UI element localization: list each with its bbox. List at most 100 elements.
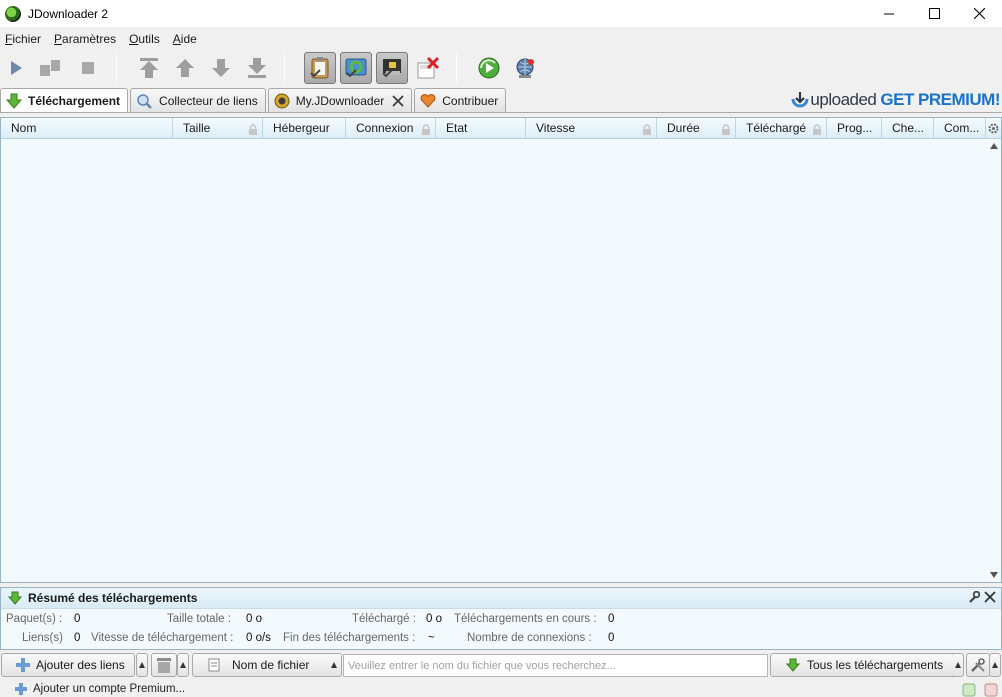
- download-arrow-icon: [6, 93, 22, 109]
- running-downloads-label: Téléchargements en cours :: [454, 613, 597, 625]
- start-downloads-button[interactable]: [0, 52, 32, 84]
- check-updates-button[interactable]: [473, 52, 505, 84]
- move-up-button[interactable]: [169, 52, 201, 84]
- search-input[interactable]: [343, 654, 768, 677]
- add-premium-label[interactable]: Ajouter un compte Premium...: [33, 683, 185, 695]
- tools-button[interactable]: [966, 653, 990, 677]
- main-tabs: Téléchargement Collecteur de liens My.JD…: [0, 88, 508, 113]
- pause-downloads-button[interactable]: [34, 52, 66, 84]
- column-nom[interactable]: Nom: [1, 118, 173, 139]
- toolbar-separator: [116, 54, 117, 82]
- tab-divider: [0, 112, 1002, 113]
- add-premium-button[interactable]: [15, 683, 27, 695]
- menu-aide-label: ide: [180, 32, 197, 46]
- jdownloader-window: JDownloader 2 Fichier Paramètres Outils …: [0, 0, 1002, 697]
- close-window-button[interactable]: [957, 0, 1002, 27]
- column-progression[interactable]: Prog...: [827, 118, 882, 139]
- tab-myjdownloader[interactable]: My.JDownloader: [267, 88, 413, 112]
- menu-fichier[interactable]: Fichier: [0, 30, 49, 48]
- chevron-up-icon: [992, 662, 998, 668]
- premium-toggle[interactable]: [376, 52, 408, 84]
- chevron-down-icon: [990, 572, 998, 578]
- reconnect-icon: [516, 58, 534, 78]
- total-size-label: Taille totale :: [167, 613, 231, 625]
- packages-value: 0: [74, 613, 81, 625]
- close-tab-button[interactable]: [392, 94, 404, 107]
- downloads-table: Nom Taille Hébergeur Connexion Etat Vite…: [0, 117, 1002, 583]
- column-telecharge[interactable]: Téléchargé: [736, 118, 827, 139]
- tools-dropdown-button[interactable]: [989, 653, 1001, 677]
- running-downloads-value: 0: [608, 613, 615, 625]
- links-value: 0: [74, 632, 81, 644]
- column-etat[interactable]: Etat: [436, 118, 526, 139]
- window-controls: [867, 0, 1002, 27]
- links-label: Liens(s): [22, 632, 63, 644]
- toolbar-separator: [456, 54, 457, 82]
- clipboard-monitor-toggle[interactable]: [304, 52, 336, 84]
- eta-value: ~: [428, 632, 435, 644]
- maximize-button[interactable]: [912, 0, 957, 27]
- column-chemin[interactable]: Che...: [882, 118, 934, 139]
- jdownloader-logo-icon: [5, 5, 21, 22]
- menu-fichier-label: ichier: [12, 32, 42, 46]
- uploaded-premium-banner[interactable]: uploaded GET PREMIUM!: [790, 88, 1000, 112]
- column-vitesse-label: Vitesse: [536, 121, 576, 135]
- task-status-icon[interactable]: [984, 683, 998, 697]
- scroll-down-button[interactable]: [989, 570, 999, 580]
- lock-icon: [812, 122, 822, 139]
- column-hebergeur-label: Hébergeur: [273, 121, 330, 135]
- silent-mode-toggle[interactable]: [412, 52, 444, 84]
- menu-parametres-mnemonic: P: [54, 32, 63, 46]
- table-header: Nom Taille Hébergeur Connexion Etat Vite…: [1, 118, 1001, 139]
- play-icon: [11, 61, 22, 75]
- tab-collecteur-de-liens[interactable]: Collecteur de liens: [130, 88, 266, 112]
- downloads-list[interactable]: [1, 139, 987, 582]
- close-icon: [974, 8, 985, 19]
- reconnect-status-icon[interactable]: [962, 683, 976, 697]
- column-settings-button[interactable]: [986, 118, 1001, 139]
- add-links-dropdown-button[interactable]: [136, 653, 148, 677]
- menu-outils[interactable]: Outils: [124, 30, 168, 48]
- move-to-bottom-button[interactable]: [241, 52, 273, 84]
- column-commentaire[interactable]: Com...: [934, 118, 986, 139]
- column-vitesse[interactable]: Vitesse: [526, 118, 657, 139]
- column-commentaire-label: Com...: [944, 121, 980, 135]
- move-to-top-button[interactable]: [133, 52, 165, 84]
- download-arrow-icon: [786, 658, 800, 672]
- search-field-selector[interactable]: Nom de fichier: [192, 653, 342, 677]
- minimize-button[interactable]: [867, 0, 912, 27]
- uploaded-logo-icon: [791, 92, 809, 108]
- clear-list-dropdown-button[interactable]: [177, 653, 189, 677]
- vertical-scrollbar[interactable]: [987, 139, 1001, 582]
- eta-label: Fin des téléchargements :: [283, 632, 416, 644]
- file-icon: [208, 658, 220, 672]
- tab-contribuer-label: Contribuer: [442, 93, 499, 108]
- column-hebergeur[interactable]: Hébergeur: [263, 118, 346, 139]
- menu-parametres[interactable]: Paramètres: [49, 30, 124, 48]
- heart-icon: [420, 93, 436, 108]
- column-duree[interactable]: Durée: [657, 118, 736, 139]
- move-down-button[interactable]: [205, 52, 237, 84]
- close-icon: [984, 591, 996, 603]
- reconnect-button[interactable]: [509, 52, 541, 84]
- chevron-up-icon: [139, 662, 145, 668]
- view-filter-button[interactable]: Tous les téléchargements: [770, 653, 963, 677]
- menu-parametres-label: aramètres: [62, 32, 117, 46]
- myjd-icon: [274, 93, 290, 109]
- chevron-up-icon: [331, 662, 337, 668]
- menu-aide-mnemonic: A: [172, 32, 181, 46]
- scroll-up-button[interactable]: [989, 141, 999, 151]
- tools-icon: [971, 658, 985, 672]
- menu-aide[interactable]: Aide: [168, 30, 205, 48]
- tab-telechargement[interactable]: Téléchargement: [0, 88, 129, 113]
- tab-contribuer[interactable]: Contribuer: [414, 88, 507, 112]
- stop-downloads-button[interactable]: [72, 52, 104, 84]
- clear-list-button[interactable]: [151, 653, 177, 677]
- column-taille[interactable]: Taille: [173, 118, 263, 139]
- summary-close-button[interactable]: [984, 591, 996, 606]
- summary-settings-button[interactable]: [968, 590, 981, 606]
- auto-reconnect-toggle[interactable]: [340, 52, 372, 84]
- add-links-button[interactable]: Ajouter des liens: [1, 653, 135, 677]
- view-filter-dropdown-button[interactable]: [952, 653, 964, 677]
- column-connexion[interactable]: Connexion: [346, 118, 436, 139]
